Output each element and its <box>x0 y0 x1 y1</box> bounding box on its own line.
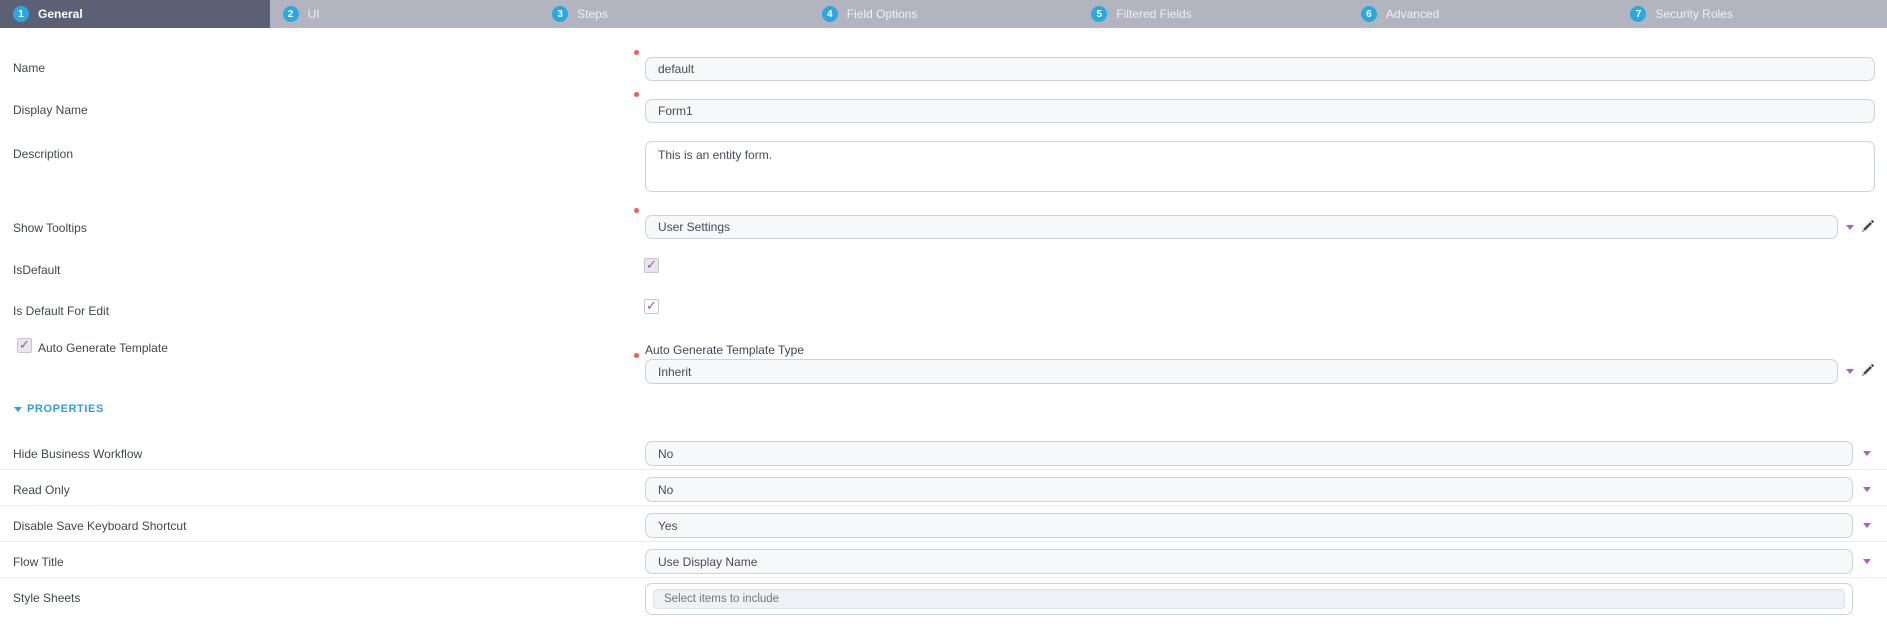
required-indicator <box>634 208 639 213</box>
wizard-step-bar: 1 General 2 UI 3 Steps 4 Field Options 5… <box>0 0 1887 28</box>
edit-pencil-icon[interactable] <box>1860 219 1875 234</box>
flow-title-label: Flow Title <box>13 555 64 569</box>
display-name-label: Display Name <box>13 103 88 117</box>
flow-title-input[interactable] <box>645 549 1853 574</box>
row-divider <box>0 505 1887 506</box>
tab-label: Advanced <box>1385 7 1440 21</box>
tab-general[interactable]: 1 General <box>0 0 270 28</box>
step-number-badge: 1 <box>13 6 29 22</box>
disable-save-keyboard-shortcut-label: Disable Save Keyboard Shortcut <box>13 519 187 533</box>
show-tooltips-label: Show Tooltips <box>13 221 87 235</box>
tab-steps[interactable]: 3 Steps <box>539 0 809 28</box>
style-sheets-label: Style Sheets <box>13 591 81 605</box>
required-indicator <box>634 92 639 97</box>
dropdown-caret-icon[interactable] <box>1846 369 1854 374</box>
required-indicator <box>634 50 639 55</box>
tab-label: Steps <box>577 7 608 21</box>
step-number-badge: 4 <box>821 6 838 22</box>
row-divider <box>0 541 1887 542</box>
step-number-badge: 7 <box>1630 6 1647 22</box>
dropdown-caret-icon[interactable] <box>1846 225 1854 230</box>
read-only-input[interactable] <box>645 477 1853 502</box>
disable-save-keyboard-shortcut-input[interactable] <box>645 513 1853 538</box>
isdefault-checkbox[interactable] <box>644 257 659 273</box>
hide-business-workflow-label: Hide Business Workflow <box>13 447 143 461</box>
step-number-badge: 6 <box>1360 6 1377 22</box>
auto-generate-template-checkbox[interactable] <box>17 337 32 353</box>
required-indicator <box>634 353 639 358</box>
tab-label: UI <box>307 7 320 21</box>
hide-business-workflow-input[interactable] <box>645 441 1853 466</box>
display-name-input[interactable] <box>645 99 1875 123</box>
step-number-badge: 2 <box>282 6 299 22</box>
dropdown-caret-icon[interactable] <box>1863 487 1871 492</box>
is-default-for-edit-label: Is Default For Edit <box>13 304 110 318</box>
step-number-badge: 5 <box>1091 6 1108 22</box>
properties-section-header[interactable]: PROPERTIES <box>14 403 104 415</box>
tab-filtered-fields[interactable]: 5 Filtered Fields <box>1078 0 1348 28</box>
tab-security-roles[interactable]: 7 Security Roles <box>1617 0 1887 28</box>
auto-generate-template-type-label: Auto Generate Template Type <box>645 343 804 357</box>
is-default-for-edit-checkbox[interactable] <box>644 298 659 314</box>
style-sheets-input[interactable] <box>653 589 1845 609</box>
dropdown-caret-icon[interactable] <box>1863 451 1871 456</box>
tab-ui[interactable]: 2 UI <box>269 0 540 28</box>
description-label: Description <box>13 147 74 161</box>
tab-label: Field Options <box>846 7 918 21</box>
row-divider <box>0 577 1887 578</box>
tab-field-options[interactable]: 4 Field Options <box>808 0 1079 28</box>
tab-label: General <box>38 7 83 21</box>
show-tooltips-input[interactable] <box>645 215 1838 239</box>
row-divider <box>0 469 1887 470</box>
auto-generate-template-label: Auto Generate Template <box>38 341 168 355</box>
step-number-badge: 3 <box>552 6 569 22</box>
entity-form-editor: 1 General 2 UI 3 Steps 4 Field Options 5… <box>0 0 1887 630</box>
description-textarea[interactable]: This is an entity form. <box>645 141 1875 192</box>
name-label: Name <box>13 61 46 75</box>
tab-label: Security Roles <box>1655 7 1733 21</box>
tab-advanced[interactable]: 6 Advanced <box>1347 0 1618 28</box>
isdefault-label: IsDefault <box>13 263 61 277</box>
dropdown-caret-icon[interactable] <box>1863 523 1871 528</box>
name-input[interactable] <box>645 57 1875 81</box>
read-only-label: Read Only <box>13 483 70 497</box>
style-sheets-multiselect[interactable] <box>645 583 1853 615</box>
tab-label: Filtered Fields <box>1116 7 1192 21</box>
collapse-caret-icon <box>14 406 22 412</box>
dropdown-caret-icon[interactable] <box>1863 559 1871 564</box>
auto-generate-template-type-input[interactable] <box>645 359 1838 384</box>
properties-section-title: PROPERTIES <box>27 403 104 415</box>
edit-pencil-icon[interactable] <box>1860 363 1875 378</box>
